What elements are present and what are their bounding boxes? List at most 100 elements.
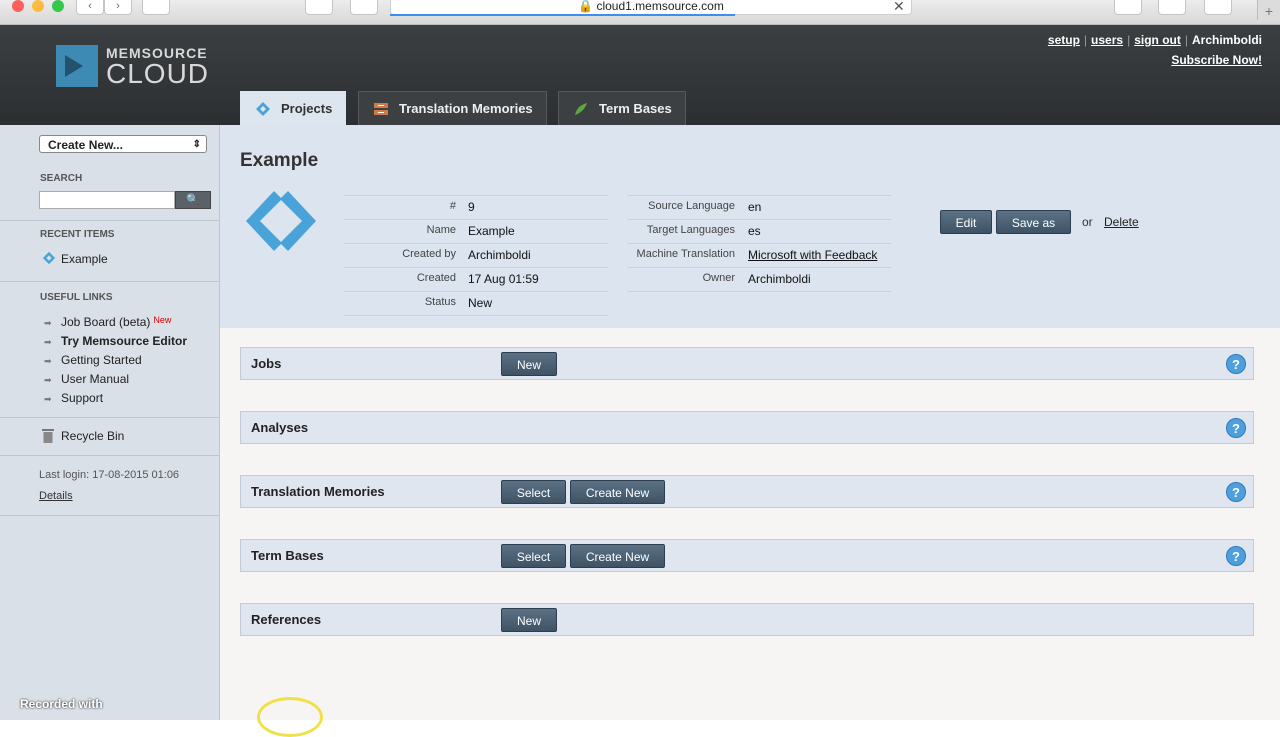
- recent-item[interactable]: Example: [61, 252, 108, 266]
- info-label: Owner: [702, 272, 735, 284]
- memsource-logo-icon: [56, 45, 98, 87]
- info-label: Status: [424, 296, 456, 308]
- new-job-button[interactable]: New: [501, 352, 557, 376]
- info-value: Archimboldi: [468, 248, 531, 262]
- translation-memories-icon: [374, 103, 388, 115]
- tabs-overview-icon[interactable]: [1158, 0, 1186, 15]
- create-new-tm-button[interactable]: Create New: [570, 480, 665, 504]
- help-icon[interactable]: ?: [1226, 482, 1246, 502]
- browser-toolbar: ‹ › 🔒 cloud1.memsource.com ✕ +: [0, 0, 1280, 25]
- divider: [0, 455, 219, 456]
- info-label: #: [449, 200, 456, 212]
- search-heading: SEARCH: [40, 173, 83, 184]
- help-icon[interactable]: ?: [1226, 418, 1246, 438]
- url-text: cloud1.memsource.com: [596, 0, 724, 13]
- privacy-icon[interactable]: [305, 0, 333, 15]
- user-links: setup | users | sign out | Archimboldi Subscri…: [1047, 33, 1262, 67]
- job-board-link[interactable]: Job Board (beta) New: [61, 315, 171, 329]
- info-value: Archimboldi: [748, 272, 811, 286]
- address-bar[interactable]: 🔒 cloud1.memsource.com: [390, 0, 912, 15]
- sign-out-link[interactable]: sign out: [1134, 33, 1181, 47]
- arrow-icon: ➡: [44, 394, 52, 404]
- useful-links-heading: USEFUL LINKS: [40, 292, 113, 303]
- info-label: Source Language: [648, 200, 735, 212]
- save-as-button[interactable]: Save as: [996, 210, 1071, 234]
- project-info-right: Source Language en Target Languages es Mac…: [627, 195, 891, 292]
- info-row: #9: [344, 196, 608, 220]
- sidebar-toggle-icon[interactable]: [142, 0, 170, 15]
- create-new-label: Create New...: [48, 138, 123, 152]
- page-title: Example: [240, 150, 319, 171]
- details-link[interactable]: Details: [39, 490, 73, 502]
- subscribe-link[interactable]: Subscribe Now!: [1048, 53, 1262, 67]
- info-value: en: [748, 200, 762, 214]
- info-row: Machine Translation Microsoft with Feedba…: [627, 244, 891, 268]
- page-load-progress: [390, 14, 735, 16]
- zoom-window-button[interactable]: [52, 0, 64, 12]
- project-large-icon: [246, 191, 316, 251]
- trash-icon: [42, 429, 54, 443]
- divider: [0, 515, 219, 516]
- new-tab-button[interactable]: +: [1257, 0, 1280, 20]
- sidebar: Create New... ⇕ SEARCH 🔍 RECENT ITEMS Ex…: [0, 125, 220, 720]
- info-row: Status New: [344, 292, 608, 316]
- section-title: Translation Memories: [251, 484, 385, 499]
- divider: [0, 417, 219, 418]
- back-button[interactable]: ‹: [76, 0, 104, 15]
- create-new-tb-button[interactable]: Create New: [570, 544, 665, 568]
- getting-started-link[interactable]: Getting Started: [61, 353, 142, 367]
- info-row: Source Language en: [627, 196, 891, 220]
- tab-term-bases[interactable]: Term Bases: [558, 91, 686, 125]
- new-reference-button[interactable]: New: [501, 608, 557, 632]
- translation-memories-section: Translation Memories Select Create New ?: [240, 475, 1254, 508]
- select-tb-button[interactable]: Select: [501, 544, 566, 568]
- support-link[interactable]: Support: [61, 391, 103, 405]
- downloads-icon[interactable]: [1204, 0, 1232, 15]
- projects-icon: [256, 102, 270, 116]
- try-editor-link[interactable]: Try Memsource Editor: [61, 334, 187, 348]
- info-value: 9: [468, 200, 475, 214]
- recent-items-heading: RECENT ITEMS: [40, 229, 115, 240]
- references-section: References New: [240, 603, 1254, 636]
- download-arrow-icon[interactable]: [350, 0, 378, 15]
- current-user: Archimboldi: [1191, 33, 1262, 47]
- recycle-bin-link[interactable]: Recycle Bin: [61, 429, 124, 443]
- delete-link[interactable]: Delete: [1104, 215, 1139, 229]
- create-new-select[interactable]: Create New... ⇕: [39, 135, 207, 153]
- machine-translation-link[interactable]: Microsoft with Feedback: [748, 248, 877, 262]
- arrow-icon: ➡: [44, 356, 52, 366]
- tab-projects[interactable]: Projects: [240, 91, 346, 125]
- minimize-window-button[interactable]: [32, 0, 44, 12]
- memsource-logo[interactable]: MEMSOURCE CLOUD: [56, 45, 208, 91]
- setup-link[interactable]: setup: [1048, 33, 1080, 47]
- info-row: Created by Archimboldi: [344, 244, 608, 268]
- search-input[interactable]: [39, 191, 175, 209]
- info-row: Created 17 Aug 01:59: [344, 268, 608, 292]
- search-button[interactable]: 🔍: [175, 191, 211, 209]
- logo-text-bottom: CLOUD: [106, 58, 210, 89]
- tab-term-bases-label: Term Bases: [599, 101, 672, 116]
- cursor-highlight: [257, 697, 323, 737]
- arrow-icon: ➡: [44, 337, 52, 347]
- user-manual-link[interactable]: User Manual: [61, 372, 129, 386]
- tab-translation-memories[interactable]: Translation Memories: [358, 91, 547, 125]
- arrow-icon: ➡: [44, 318, 52, 328]
- divider: [0, 220, 219, 221]
- forward-button[interactable]: ›: [104, 0, 132, 15]
- jobs-section: Jobs New ?: [240, 347, 1254, 380]
- stop-loading-icon[interactable]: ✕: [893, 0, 905, 15]
- edit-button[interactable]: Edit: [940, 210, 992, 234]
- select-tm-button[interactable]: Select: [501, 480, 566, 504]
- project-info-left: #9 Name Example Created by Archimboldi Cre…: [344, 195, 608, 316]
- or-text: or: [1082, 215, 1093, 229]
- share-icon[interactable]: [1114, 0, 1142, 15]
- info-value: Example: [468, 224, 515, 238]
- help-icon[interactable]: ?: [1226, 546, 1246, 566]
- info-row: Target Languages es: [627, 220, 891, 244]
- help-icon[interactable]: ?: [1226, 354, 1246, 374]
- recorded-with-watermark: Recorded with: [20, 697, 103, 711]
- project-header: Example #9 Name Example Created by Archimb…: [220, 125, 1280, 328]
- info-label: Target Languages: [646, 224, 735, 236]
- close-window-button[interactable]: [12, 0, 24, 12]
- users-link[interactable]: users: [1091, 33, 1123, 47]
